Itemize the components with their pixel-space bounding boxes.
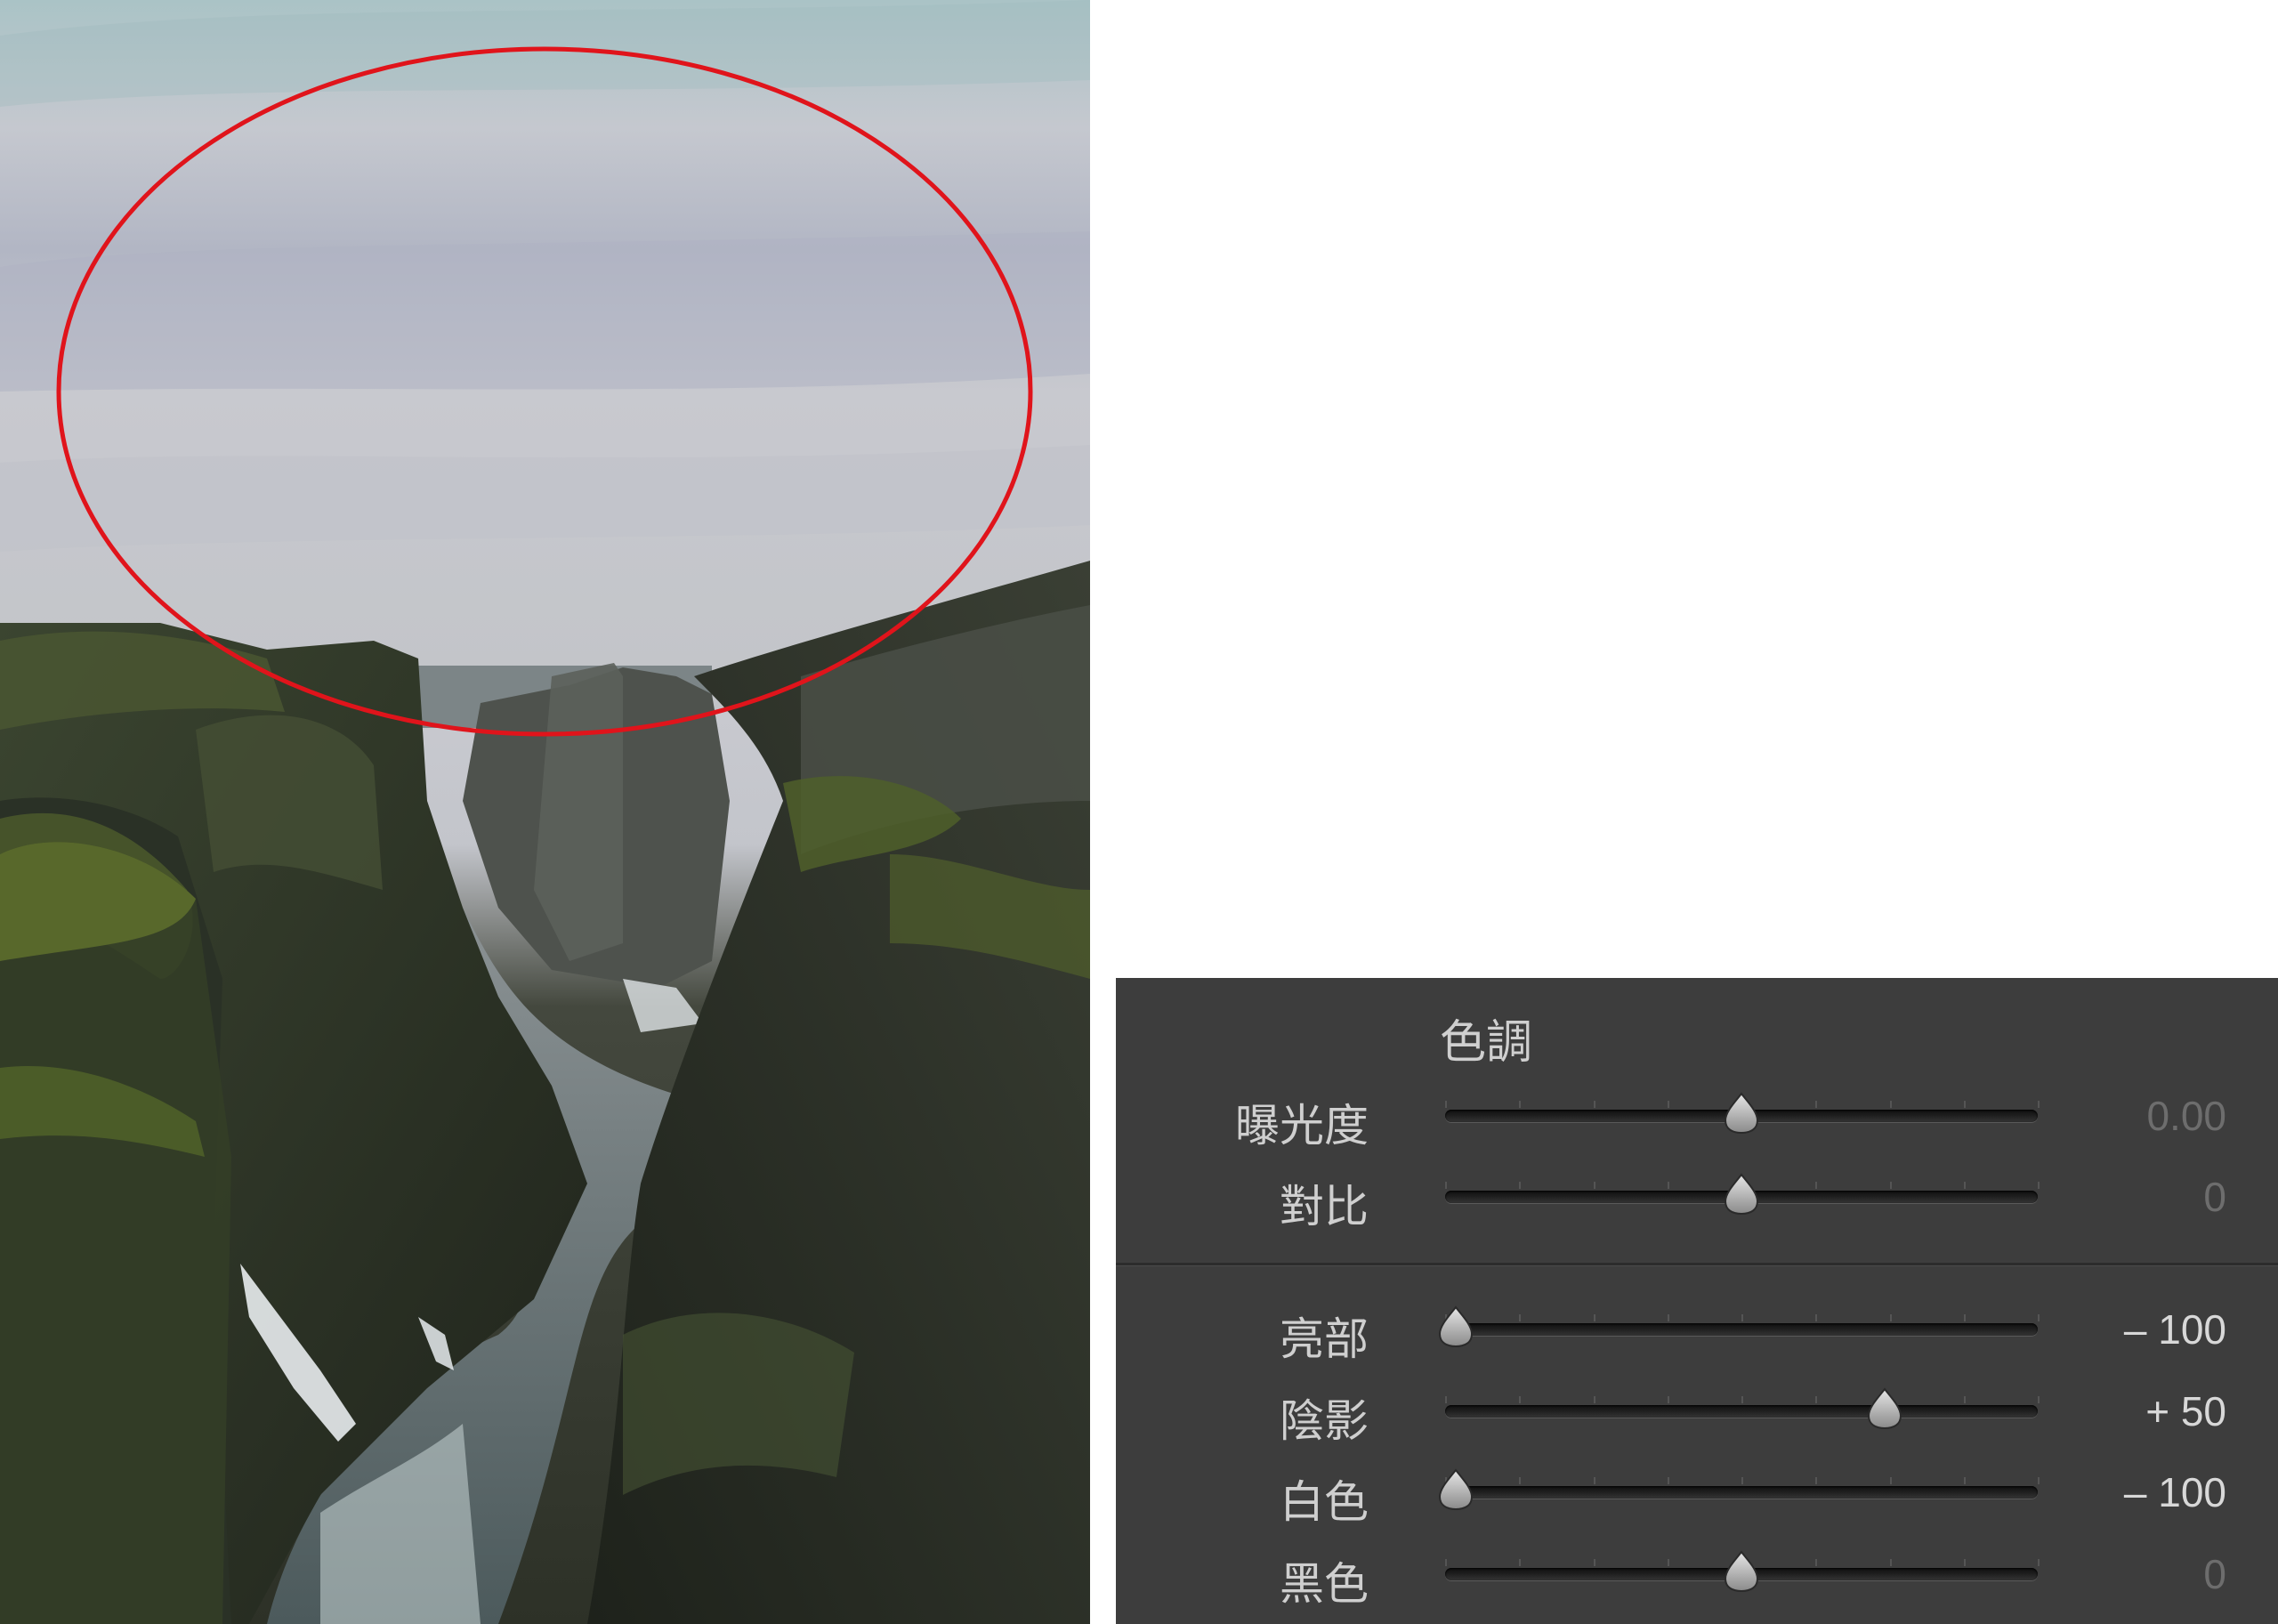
slider-value-blacks[interactable]: 0 <box>2203 1550 2226 1598</box>
slider-value-contrast[interactable]: 0 <box>2203 1173 2226 1221</box>
slider-row-shadows: 陰影 + 50 <box>1116 1380 2278 1447</box>
slider-label-whites: 白色 <box>1280 1476 1369 1528</box>
slider-thumb-contrast[interactable] <box>1722 1173 1761 1216</box>
slider-ticks <box>1445 1477 2040 1484</box>
slider-track-shadows[interactable] <box>1445 1405 2038 1418</box>
slider-thumb-shadows[interactable] <box>1865 1387 1904 1430</box>
slider-label-shadows: 陰影 <box>1280 1395 1369 1447</box>
slider-row-blacks: 黑色 0 <box>1116 1543 2278 1610</box>
photo-canvas <box>0 0 1090 1624</box>
slider-label-highlights: 亮部 <box>1280 1313 1369 1365</box>
page: 色調 曝光度 0.00 對比 0 亮部 – 100 陰影 + 50 白色 – 100 黑色 0 <box>0 0 2278 1624</box>
slider-value-highlights[interactable]: – 100 <box>2124 1305 2226 1353</box>
slider-row-exposure: 曝光度 0.00 <box>1116 1085 2278 1151</box>
section-divider <box>1116 1263 2278 1266</box>
slider-label-exposure: 曝光度 <box>1235 1100 1369 1151</box>
slider-row-highlights: 亮部 – 100 <box>1116 1298 2278 1365</box>
panel-title: 色調 <box>1440 1016 1533 1070</box>
slider-thumb-blacks[interactable] <box>1722 1550 1761 1593</box>
slider-ticks <box>1445 1396 2040 1403</box>
tone-panel: 色調 曝光度 0.00 對比 0 亮部 – 100 陰影 + 50 白色 – 100 黑色 0 <box>1116 978 2278 1624</box>
slider-value-exposure[interactable]: 0.00 <box>2146 1092 2226 1140</box>
slider-track-highlights[interactable] <box>1445 1323 2038 1336</box>
slider-thumb-highlights[interactable] <box>1436 1305 1475 1348</box>
slider-row-whites: 白色 – 100 <box>1116 1461 2278 1528</box>
slider-thumb-whites[interactable] <box>1436 1468 1475 1511</box>
slider-ticks <box>1445 1314 2040 1321</box>
slider-value-shadows[interactable]: + 50 <box>2145 1387 2226 1435</box>
landscape-photo <box>0 0 1090 1624</box>
slider-row-contrast: 對比 0 <box>1116 1166 2278 1232</box>
slider-thumb-exposure[interactable] <box>1722 1092 1761 1135</box>
slider-track-whites[interactable] <box>1445 1486 2038 1499</box>
slider-label-contrast: 對比 <box>1280 1181 1369 1232</box>
slider-value-whites[interactable]: – 100 <box>2124 1468 2226 1516</box>
slider-label-blacks: 黑色 <box>1280 1558 1369 1610</box>
